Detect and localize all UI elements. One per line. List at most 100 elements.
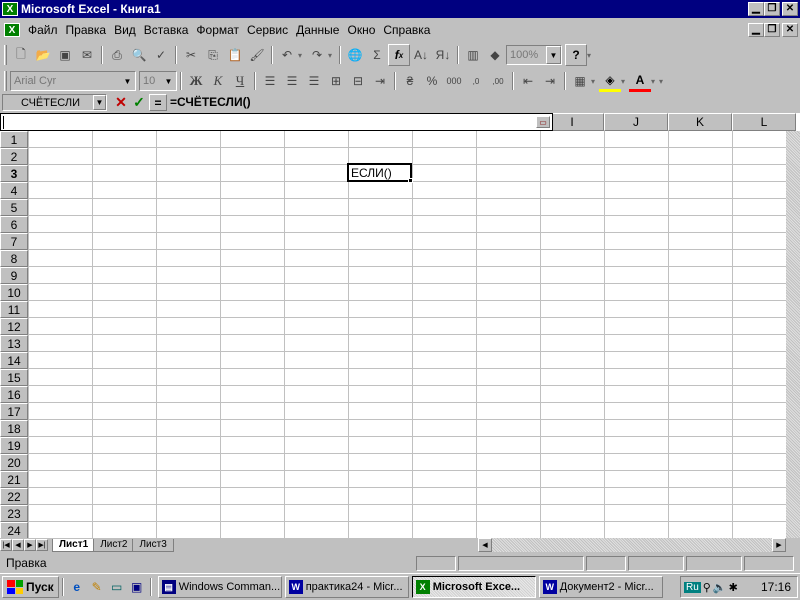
bold-button[interactable]: Ж bbox=[185, 70, 207, 92]
formula-input[interactable]: =СЧЁТЕСЛИ() bbox=[170, 94, 251, 111]
menu-tools[interactable]: Сервис bbox=[243, 23, 292, 37]
row-header-17[interactable]: 17 bbox=[0, 403, 28, 420]
horizontal-scroll-track[interactable] bbox=[492, 538, 772, 552]
hyperlink-icon[interactable]: 🌐 bbox=[344, 44, 366, 66]
row-header-9[interactable]: 9 bbox=[0, 267, 28, 284]
row-header-5[interactable]: 5 bbox=[0, 199, 28, 216]
row-header-16[interactable]: 16 bbox=[0, 386, 28, 403]
menu-insert[interactable]: Вставка bbox=[140, 23, 193, 37]
menu-help[interactable]: Справка bbox=[379, 23, 434, 37]
font-name-select[interactable]: Arial Cyr ▼ bbox=[10, 71, 136, 91]
row-header-1[interactable]: 1 bbox=[0, 131, 28, 148]
function-arguments-box[interactable]: ▭ bbox=[0, 113, 553, 131]
print-preview-icon[interactable]: 🔍 bbox=[128, 44, 150, 66]
active-cell[interactable]: ЕСЛИ() bbox=[347, 163, 413, 183]
save-icon[interactable]: ▣ bbox=[54, 44, 76, 66]
indent-icon[interactable]: ⇥ bbox=[369, 70, 391, 92]
sheet-tab-3[interactable]: Лист3 bbox=[132, 538, 174, 552]
row-header-11[interactable]: 11 bbox=[0, 301, 28, 318]
internet-explorer-icon[interactable]: e bbox=[67, 577, 87, 597]
italic-button[interactable]: К bbox=[207, 70, 229, 92]
row-header-12[interactable]: 12 bbox=[0, 318, 28, 335]
format-painter-icon[interactable]: 🖌 bbox=[246, 44, 268, 66]
chevron-down-icon[interactable]: ▼ bbox=[546, 46, 561, 64]
percent-icon[interactable]: % bbox=[421, 70, 443, 92]
align-center-icon[interactable]: ☰ bbox=[281, 70, 303, 92]
undo-icon[interactable]: ↶ bbox=[276, 44, 298, 66]
task-word-practice[interactable]: W практика24 - Micr... bbox=[284, 576, 409, 598]
task-excel[interactable]: X Microsoft Exce... bbox=[411, 576, 536, 598]
row-header-24[interactable]: 24 bbox=[0, 522, 28, 538]
previous-sheet-icon[interactable]: ◀ bbox=[12, 539, 24, 551]
menu-file[interactable]: Файл bbox=[24, 23, 62, 37]
scroll-right-icon[interactable]: ▶ bbox=[772, 538, 786, 552]
minimize-button[interactable]: ▁ bbox=[748, 2, 764, 16]
vertical-scrollbar[interactable] bbox=[786, 131, 800, 538]
toolbar-grip[interactable] bbox=[4, 71, 7, 91]
horizontal-scrollbar[interactable]: ◀ ▶ bbox=[478, 538, 786, 552]
font-color-icon[interactable]: A bbox=[629, 70, 651, 92]
restore-button[interactable]: ❐ bbox=[764, 2, 780, 16]
autosum-icon[interactable]: Σ bbox=[366, 44, 388, 66]
increase-decimal-icon[interactable]: ,0 bbox=[465, 70, 487, 92]
fill-handle[interactable] bbox=[408, 178, 413, 183]
show-desktop-icon[interactable]: ▭ bbox=[107, 577, 127, 597]
excel-icon[interactable]: X bbox=[2, 2, 18, 16]
undo-dropdown-icon[interactable]: ▾ bbox=[298, 51, 306, 60]
drawing-icon[interactable]: ◆ bbox=[484, 44, 506, 66]
borders-icon[interactable]: ▦ bbox=[569, 70, 591, 92]
sheet-tab-2[interactable]: Лист2 bbox=[93, 538, 135, 552]
borders-dropdown-icon[interactable]: ▾ bbox=[591, 77, 599, 86]
font-size-select[interactable]: 10 ▼ bbox=[139, 71, 177, 91]
increase-indent-icon[interactable]: ⇥ bbox=[539, 70, 561, 92]
channels-icon[interactable]: ▣ bbox=[127, 577, 147, 597]
paste-icon[interactable]: 📋 bbox=[224, 44, 246, 66]
column-header-l[interactable]: L bbox=[732, 113, 796, 131]
name-box[interactable]: СЧЁТЕСЛИ ▼ bbox=[2, 94, 107, 111]
row-header-3[interactable]: 3 bbox=[0, 165, 28, 182]
menu-view[interactable]: Вид bbox=[110, 23, 140, 37]
decrease-decimal-icon[interactable]: ,00 bbox=[487, 70, 509, 92]
workbook-close-button[interactable]: ✕ bbox=[782, 23, 798, 37]
cut-icon[interactable]: ✂ bbox=[180, 44, 202, 66]
sheet-tab-1[interactable]: Лист1 bbox=[52, 538, 96, 552]
language-indicator[interactable]: Ru bbox=[684, 581, 701, 593]
edit-formula-button[interactable]: = bbox=[149, 94, 167, 111]
print-icon[interactable]: ⎙ bbox=[106, 44, 128, 66]
row-header-23[interactable]: 23 bbox=[0, 505, 28, 522]
row-header-19[interactable]: 19 bbox=[0, 437, 28, 454]
chart-wizard-icon[interactable]: ▥ bbox=[462, 44, 484, 66]
start-button[interactable]: Пуск bbox=[2, 576, 59, 598]
workbook-minimize-button[interactable]: ▁ bbox=[748, 23, 764, 37]
row-header-2[interactable]: 2 bbox=[0, 148, 28, 165]
zoom-select[interactable]: 100% ▼ bbox=[506, 45, 562, 65]
align-left-icon[interactable]: ☰ bbox=[259, 70, 281, 92]
chevron-down-icon[interactable]: ▼ bbox=[161, 72, 176, 90]
chevron-down-icon[interactable]: ▼ bbox=[120, 72, 135, 90]
sort-descending-icon[interactable]: Я↓ bbox=[432, 44, 454, 66]
column-header-j[interactable]: J bbox=[604, 113, 668, 131]
spelling-icon[interactable]: ✓ bbox=[150, 44, 172, 66]
menu-window[interactable]: Окно bbox=[343, 23, 379, 37]
row-header-6[interactable]: 6 bbox=[0, 216, 28, 233]
clock[interactable]: 17:16 bbox=[761, 580, 797, 594]
sort-ascending-icon[interactable]: A↓ bbox=[410, 44, 432, 66]
merge-center-icon[interactable]: ⊞ bbox=[325, 70, 347, 92]
row-header-4[interactable]: 4 bbox=[0, 182, 28, 199]
task-word-document2[interactable]: W Документ2 - Micr... bbox=[538, 576, 663, 598]
currency-icon[interactable]: ₴ bbox=[399, 70, 421, 92]
row-header-22[interactable]: 22 bbox=[0, 488, 28, 505]
scroll-left-icon[interactable]: ◀ bbox=[478, 538, 492, 552]
workbook-icon[interactable]: X bbox=[4, 23, 20, 37]
row-header-7[interactable]: 7 bbox=[0, 233, 28, 250]
mail-icon[interactable]: ✉ bbox=[76, 44, 98, 66]
unmerge-icon[interactable]: ⊟ bbox=[347, 70, 369, 92]
help-icon[interactable]: ? bbox=[565, 44, 587, 66]
redo-icon[interactable]: ↷ bbox=[306, 44, 328, 66]
function-wizard-icon[interactable]: fx bbox=[388, 44, 410, 66]
worksheet-grid[interactable]: I J K L 1 2 3 4 5 6 7 8 9 10 11 12 13 14 15 16 17 18 19 20 2… bbox=[0, 113, 800, 538]
menu-format[interactable]: Формат bbox=[192, 23, 243, 37]
thousands-separator-icon[interactable]: 000 bbox=[443, 70, 465, 92]
copy-icon[interactable]: ⎘ bbox=[202, 44, 224, 66]
first-sheet-icon[interactable]: |◀ bbox=[0, 539, 12, 551]
